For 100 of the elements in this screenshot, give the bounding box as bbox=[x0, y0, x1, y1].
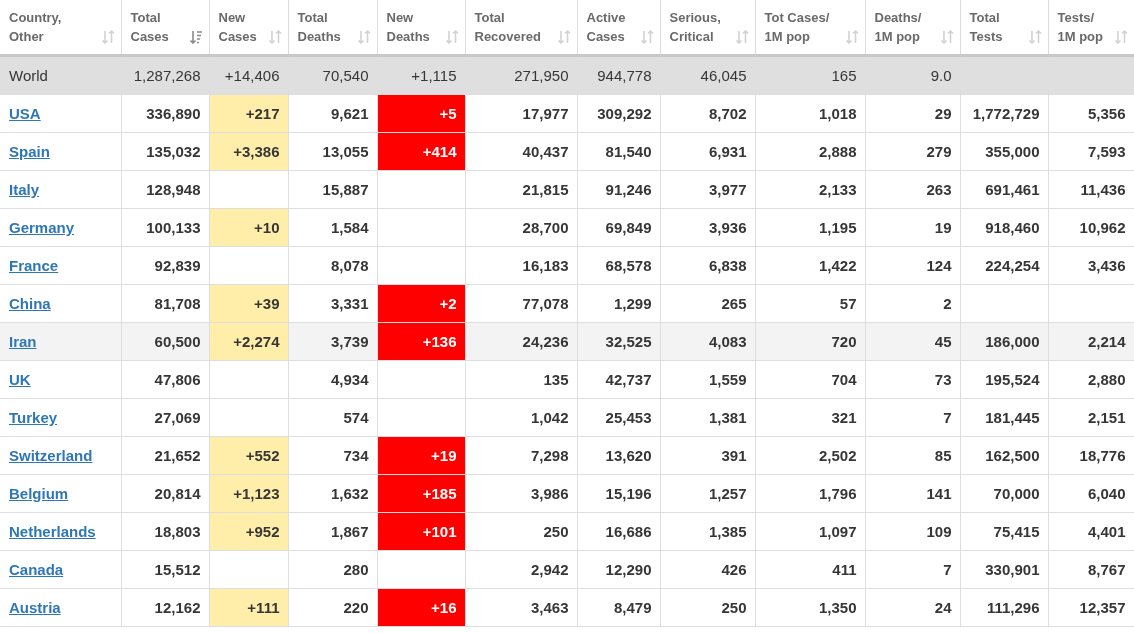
new-deaths-cell: +136 bbox=[377, 322, 465, 361]
table-cell: 15,887 bbox=[288, 170, 377, 209]
table-cell: 186,000 bbox=[960, 322, 1048, 361]
table-cell: 15,196 bbox=[577, 474, 660, 513]
table-cell: 7,298 bbox=[465, 436, 577, 475]
table-cell: 250 bbox=[465, 512, 577, 551]
table-cell: 15,512 bbox=[121, 550, 209, 589]
country-link[interactable]: Italy bbox=[9, 181, 39, 198]
table-cell: 27,069 bbox=[121, 398, 209, 437]
table-cell: 1,772,729 bbox=[960, 94, 1048, 133]
table-cell: 6,931 bbox=[660, 132, 755, 171]
table-cell: 81,708 bbox=[121, 284, 209, 323]
sort-icon bbox=[268, 30, 282, 44]
table-cell: 85 bbox=[865, 436, 960, 475]
table-cell: 47,806 bbox=[121, 360, 209, 399]
table-cell: 100,133 bbox=[121, 208, 209, 247]
sort-icon bbox=[940, 30, 954, 44]
country-link[interactable]: Canada bbox=[9, 561, 64, 578]
table-cell: 9,621 bbox=[288, 94, 377, 133]
sort-icon bbox=[640, 30, 654, 44]
new-cases-cell: +39 bbox=[209, 284, 288, 323]
table-cell: 1,257 bbox=[660, 474, 755, 513]
table-cell: 20,814 bbox=[121, 474, 209, 513]
table-cell: 40,437 bbox=[465, 132, 577, 171]
table-cell: 46,045 bbox=[660, 55, 755, 95]
country-link[interactable]: China bbox=[9, 295, 51, 312]
table-cell: 2,942 bbox=[465, 550, 577, 589]
table-cell: 8,702 bbox=[660, 94, 755, 133]
table-cell: 691,461 bbox=[960, 170, 1048, 209]
country-link[interactable]: France bbox=[9, 257, 59, 274]
table-cell: World bbox=[0, 55, 121, 95]
table-cell: 2,133 bbox=[755, 170, 865, 209]
table-cell: 280 bbox=[288, 550, 377, 589]
table-cell: 1,042 bbox=[465, 398, 577, 437]
sort-icon bbox=[101, 30, 115, 44]
new-deaths-cell: +5 bbox=[377, 94, 465, 133]
table-cell: 355,000 bbox=[960, 132, 1048, 171]
table-cell: +14,406 bbox=[209, 55, 288, 95]
table-cell: 265 bbox=[660, 284, 755, 323]
country-link[interactable]: Iran bbox=[9, 333, 37, 350]
table-cell: 57 bbox=[755, 284, 865, 323]
table-cell: 124 bbox=[865, 246, 960, 285]
table-cell: 128,948 bbox=[121, 170, 209, 209]
new-cases-cell: +10 bbox=[209, 208, 288, 247]
table-cell: 321 bbox=[755, 398, 865, 437]
table-cell: 4,083 bbox=[660, 322, 755, 361]
table-cell: 3,986 bbox=[465, 474, 577, 513]
table-cell: 3,463 bbox=[465, 588, 577, 627]
table-cell: 944,778 bbox=[577, 55, 660, 95]
table-cell: 60,500 bbox=[121, 322, 209, 361]
table-cell: 16,183 bbox=[465, 246, 577, 285]
table-cell: 1,559 bbox=[660, 360, 755, 399]
table-cell: 2,888 bbox=[755, 132, 865, 171]
table-cell: 918,460 bbox=[960, 208, 1048, 247]
country-link[interactable]: UK bbox=[9, 371, 31, 388]
table-cell: +1,115 bbox=[377, 55, 465, 95]
table-cell: 7 bbox=[865, 550, 960, 589]
table-cell: 195,524 bbox=[960, 360, 1048, 399]
table-cell: 111,296 bbox=[960, 588, 1048, 627]
table-cell: 135,032 bbox=[121, 132, 209, 171]
table-cell: 1,299 bbox=[577, 284, 660, 323]
table-cell: 1,381 bbox=[660, 398, 755, 437]
table-cell: 1,867 bbox=[288, 512, 377, 551]
table-cell: 70,000 bbox=[960, 474, 1048, 513]
table-cell: 1,195 bbox=[755, 208, 865, 247]
table-cell: 42,737 bbox=[577, 360, 660, 399]
new-cases-cell: +1,123 bbox=[209, 474, 288, 513]
table-cell: 12,290 bbox=[577, 550, 660, 589]
table-cell: 70,540 bbox=[288, 55, 377, 95]
country-link[interactable]: USA bbox=[9, 105, 41, 122]
table-cell: 734 bbox=[288, 436, 377, 475]
table-cell: 720 bbox=[755, 322, 865, 361]
new-deaths-cell: +185 bbox=[377, 474, 465, 513]
table-cell: 109 bbox=[865, 512, 960, 551]
new-deaths-cell: +101 bbox=[377, 512, 465, 551]
table-cell: 1,385 bbox=[660, 512, 755, 551]
table-cell: 3,739 bbox=[288, 322, 377, 361]
sort-icon bbox=[357, 30, 371, 44]
new-deaths-cell: +19 bbox=[377, 436, 465, 475]
table-cell: 1,632 bbox=[288, 474, 377, 513]
table-cell: 29 bbox=[865, 94, 960, 133]
table-cell: 2 bbox=[865, 284, 960, 323]
table-cell: 73 bbox=[865, 360, 960, 399]
table-cell: 3,977 bbox=[660, 170, 755, 209]
table-cell: 574 bbox=[288, 398, 377, 437]
table-cell: 391 bbox=[660, 436, 755, 475]
country-link[interactable]: Austria bbox=[9, 599, 61, 616]
sort-icon bbox=[557, 30, 571, 44]
table-cell: 81,540 bbox=[577, 132, 660, 171]
table-cell: 16,686 bbox=[577, 512, 660, 551]
table-cell: 426 bbox=[660, 550, 755, 589]
table-cell: 24 bbox=[865, 588, 960, 627]
country-link[interactable]: Spain bbox=[9, 143, 50, 160]
table-cell: 13,620 bbox=[577, 436, 660, 475]
new-deaths-cell: +414 bbox=[377, 132, 465, 171]
country-link[interactable]: Turkey bbox=[9, 409, 58, 426]
table-cell: 92,839 bbox=[121, 246, 209, 285]
sort-icon bbox=[735, 30, 749, 44]
table-cell: 8,479 bbox=[577, 588, 660, 627]
table-cell: 21,815 bbox=[465, 170, 577, 209]
